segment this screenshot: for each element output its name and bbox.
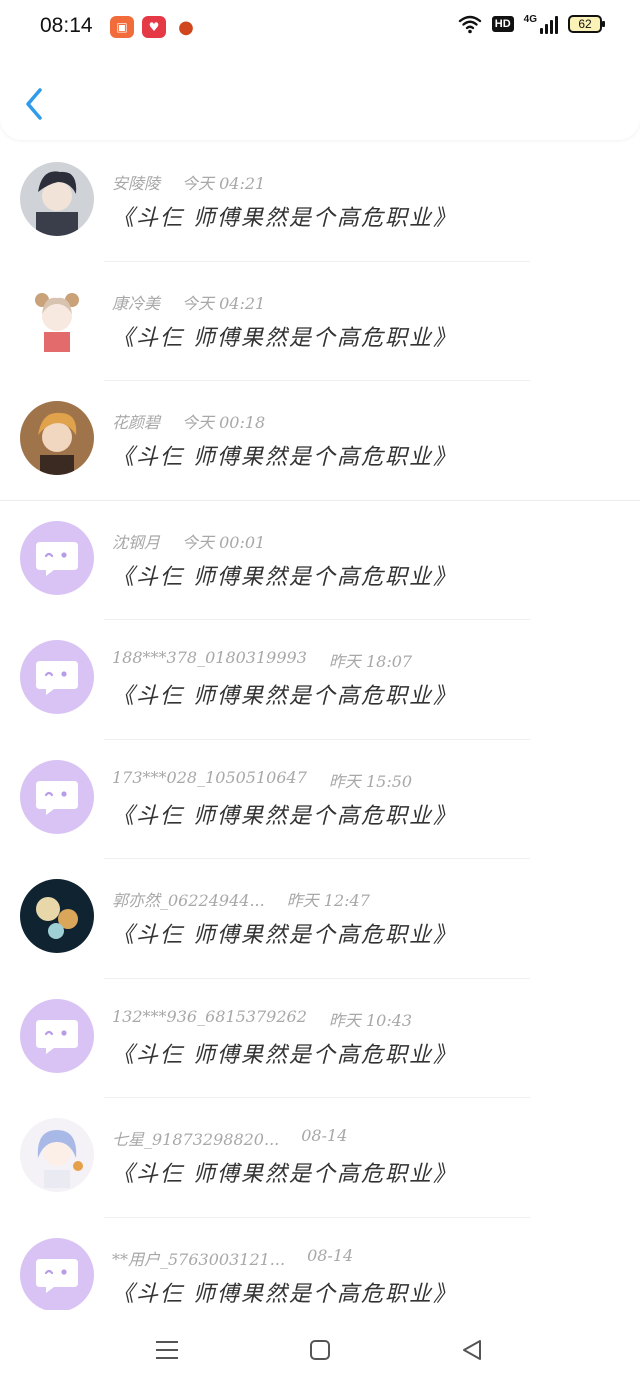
list-item[interactable]: 花颜碧 今天 00:18 《斗仨 师傅果然是个高危职业》 [0, 381, 640, 501]
app-notification-icon: ▣ [110, 16, 134, 38]
wifi-icon [458, 15, 481, 34]
status-time: 08:14 [40, 14, 93, 37]
message-text: 《斗仨 师傅果然是个高危职业》 [112, 206, 457, 231]
message-text: 《斗仨 师傅果然是个高危职业》 [112, 1162, 457, 1187]
system-nav-bar [0, 1310, 640, 1387]
avatar[interactable] [20, 162, 94, 236]
notification-icons: ▣ ♥ ● [110, 16, 198, 38]
default-avatar[interactable] [20, 520, 94, 595]
default-avatar[interactable] [20, 640, 94, 714]
comment-list: 安陵陵 今天 04:21 《斗仨 师傅果然是个高危职业》 康冷美 今天 04:21 《斗仨… [0, 142, 640, 1337]
timestamp: 今天 04:21 [182, 293, 266, 313]
avatar[interactable] [20, 281, 94, 356]
network-type: 4G [523, 14, 537, 25]
item-meta: **用户_5763003121... 08-14 [112, 1246, 353, 1270]
timestamp: 今天 04:21 [182, 174, 266, 193]
list-item[interactable]: 132***936_6815379262 昨天 10:43 《斗仨 师傅果然是个高危… [0, 979, 640, 1098]
default-avatar[interactable] [20, 998, 94, 1073]
user-name[interactable]: 郭亦然_06224944... [112, 887, 265, 911]
user-name[interactable]: 173***028_1050510647 [112, 768, 307, 792]
timestamp: 昨天 12:47 [286, 891, 370, 910]
pumpkin-notification-icon: ● [178, 16, 194, 38]
item-meta: 花颜碧 今天 00:18 [112, 409, 265, 433]
message-text: 《斗仨 师傅果然是个高危职业》 [112, 684, 457, 709]
back-button[interactable] [22, 86, 52, 122]
battery-level: 62 [578, 17, 592, 31]
message-text: 《斗仨 师傅果然是个高危职业》 [112, 803, 457, 829]
list-item[interactable]: 沈钢月 今天 00:01 《斗仨 师傅果然是个高危职业》 [0, 501, 640, 620]
item-meta: 康冷美 今天 04:21 [112, 290, 265, 314]
timestamp: 08-14 [307, 1245, 354, 1265]
item-meta: 沈钢月 今天 00:01 [112, 529, 265, 553]
menu-icon [156, 1341, 178, 1359]
back-triangle-icon [463, 1340, 481, 1360]
user-name[interactable]: 七星_91873298820... [112, 1126, 279, 1150]
message-text: 《斗仨 师傅果然是个高危职业》 [112, 325, 457, 351]
default-avatar[interactable] [20, 1237, 94, 1312]
heart-app-notification-icon: ♥ [142, 16, 166, 38]
user-name[interactable]: 安陵陵 [112, 170, 160, 194]
message-text: 《斗仨 师傅果然是个高危职业》 [112, 564, 457, 590]
timestamp: 昨天 18:07 [328, 652, 413, 671]
message-text: 《斗仨 师傅果然是个高危职业》 [112, 923, 457, 948]
message-text: 《斗仨 师傅果然是个高危职业》 [112, 1042, 457, 1068]
chevron-left-icon [26, 88, 42, 120]
timestamp: 08-14 [301, 1126, 348, 1145]
item-meta: 188***378_0180319993 昨天 18:07 [112, 648, 412, 672]
list-item[interactable]: 188***378_0180319993 昨天 18:07 《斗仨 师傅果然是个高危… [0, 620, 640, 740]
item-meta: 132***936_6815379262 昨天 10:43 [112, 1007, 412, 1031]
hd-icon: HD [491, 16, 514, 32]
list-item[interactable]: 安陵陵 今天 04:21 《斗仨 师傅果然是个高危职业》 [0, 142, 640, 262]
timestamp: 昨天 15:50 [328, 771, 413, 791]
home-square-icon [310, 1340, 330, 1360]
user-name[interactable]: 188***378_0180319993 [112, 648, 307, 672]
avatar[interactable] [20, 401, 94, 475]
user-name[interactable]: 132***936_6815379262 [112, 1007, 307, 1031]
list-item[interactable]: 七星_91873298820... 08-14 《斗仨 师傅果然是个高危职业》 [0, 1098, 640, 1218]
timestamp: 今天 00:01 [182, 532, 266, 552]
item-meta: 郭亦然_06224944... 昨天 12:47 [112, 887, 370, 911]
default-avatar[interactable] [20, 759, 94, 834]
user-name[interactable]: **用户_5763003121... [112, 1246, 285, 1270]
user-name[interactable]: 花颜碧 [112, 409, 160, 433]
menu-button[interactable] [147, 1332, 187, 1368]
message-text: 《斗仨 师傅果然是个高危职业》 [112, 445, 457, 470]
avatar[interactable] [20, 879, 94, 953]
signal-icon: 4G [524, 14, 558, 34]
list-item[interactable]: 康冷美 今天 04:21 《斗仨 师傅果然是个高危职业》 [0, 262, 640, 381]
message-text: 《斗仨 师傅果然是个高危职业》 [112, 1281, 457, 1307]
system-icons: HD 4G 62 [458, 14, 605, 34]
item-meta: 173***028_1050510647 昨天 15:50 [112, 768, 412, 792]
status-bar: 08:14 ▣ ♥ ● HD 4G 62 [0, 0, 640, 56]
list-item[interactable]: 郭亦然_06224944... 昨天 12:47 《斗仨 师傅果然是个高危职业》 [0, 859, 640, 979]
user-name[interactable]: 康冷美 [112, 290, 160, 314]
timestamp: 昨天 10:43 [328, 1010, 413, 1030]
avatar[interactable] [20, 1118, 94, 1192]
item-meta: 安陵陵 今天 04:21 [112, 170, 265, 194]
list-item[interactable]: 173***028_1050510647 昨天 15:50 《斗仨 师傅果然是个高危… [0, 740, 640, 859]
back-nav-button[interactable] [452, 1332, 492, 1368]
item-meta: 七星_91873298820... 08-14 [112, 1126, 347, 1150]
home-button[interactable] [300, 1332, 340, 1368]
battery-icon: 62 [568, 15, 605, 33]
user-name[interactable]: 沈钢月 [112, 529, 160, 553]
timestamp: 今天 00:18 [182, 413, 266, 432]
